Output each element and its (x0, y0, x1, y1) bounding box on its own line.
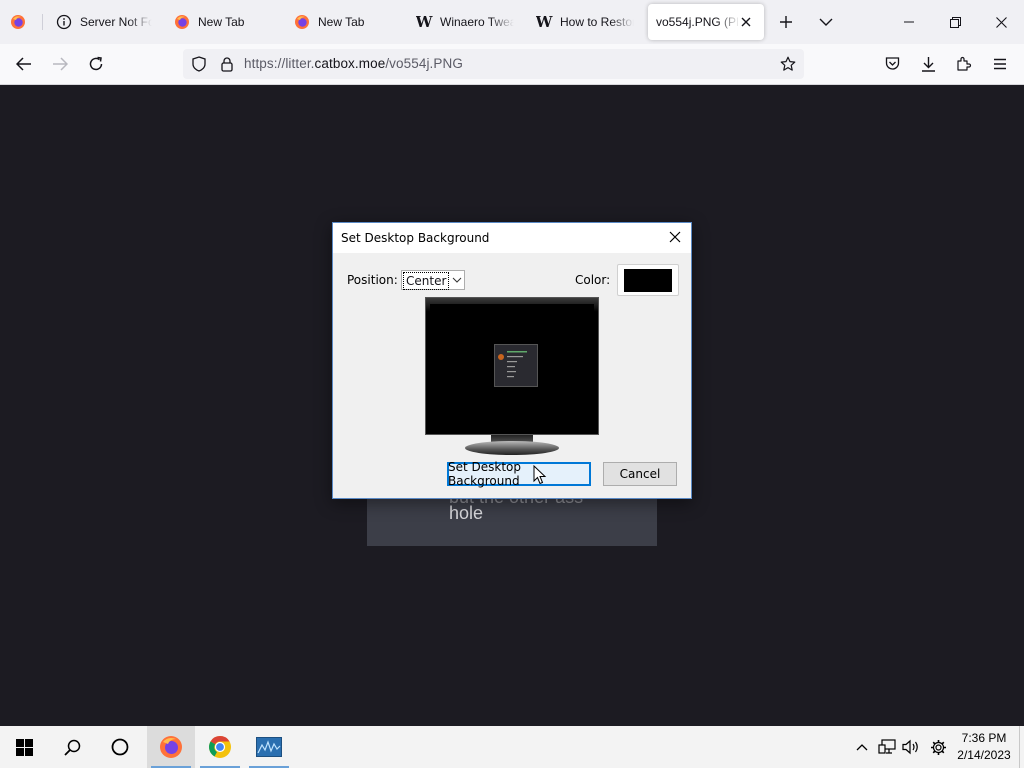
firefox-icon (10, 14, 26, 30)
forward-arrow-icon (53, 57, 68, 71)
download-icon (921, 57, 935, 72)
info-icon (56, 14, 72, 30)
forward-button[interactable] (48, 52, 72, 76)
address-bar[interactable]: https://litter.catbox.moe/vo554j.PNG (183, 49, 804, 79)
chrome-icon (209, 736, 231, 758)
position-select[interactable]: Center (401, 270, 465, 290)
taskbar-chrome[interactable] (196, 726, 244, 768)
downloads-button[interactable] (916, 52, 940, 76)
tab-new-tab-2[interactable]: New Tab (294, 0, 390, 44)
image-text: hole (449, 503, 484, 523)
winaero-icon: W (536, 13, 553, 31)
close-tab-icon[interactable] (738, 14, 754, 30)
image-preview: but the other ass hole (367, 487, 657, 546)
firefox-view-tab[interactable] (10, 0, 30, 44)
tab-how-to-restore[interactable]: W How to Restore (536, 0, 634, 44)
chevron-down-icon (452, 274, 462, 288)
navigation-toolbar: https://litter.catbox.moe/vo554j.PNG (0, 44, 1024, 85)
clock-date: 2/14/2023 (957, 748, 1011, 762)
reload-icon (89, 56, 103, 71)
tab-label: New Tab (198, 15, 245, 29)
plus-icon (780, 16, 792, 28)
pocket-icon (885, 57, 899, 70)
winaero-icon: W (416, 13, 433, 31)
minimize-button[interactable] (894, 8, 924, 36)
monitor-stand (465, 441, 559, 455)
puzzle-icon (957, 56, 972, 71)
taskbar-firefox[interactable] (147, 726, 195, 768)
lock-icon[interactable] (219, 56, 235, 72)
tab-new-tab-1[interactable]: New Tab (174, 0, 270, 44)
dialog-close-button[interactable] (665, 227, 685, 247)
show-desktop-button[interactable] (1019, 726, 1024, 768)
cortana-button[interactable] (96, 726, 144, 768)
dialog-title: Set Desktop Background (341, 231, 490, 245)
extensions-button[interactable] (952, 52, 976, 76)
hamburger-menu-icon (994, 58, 1006, 70)
windows-start-icon (15, 738, 33, 756)
dialog-body: Position: Center Color: Set Desktop Back… (333, 253, 691, 498)
bookmark-star-icon[interactable] (779, 55, 797, 73)
url-path: /vo554j.PNG (385, 56, 463, 71)
firefox-icon (160, 736, 182, 758)
gear-icon (930, 739, 946, 755)
set-desktop-background-button[interactable]: Set Desktop Background (447, 460, 591, 488)
position-value: Center (403, 272, 450, 290)
restore-button[interactable] (940, 8, 970, 36)
start-button[interactable] (0, 726, 48, 768)
firefox-icon (174, 14, 190, 30)
url-prefix: https://litter. (244, 56, 315, 71)
chevron-down-icon (819, 18, 833, 26)
cortana-icon (111, 738, 129, 756)
close-icon (669, 231, 681, 243)
set-desktop-background-dialog: Set Desktop Background Position: Center … (332, 222, 692, 499)
volume-button[interactable] (900, 726, 922, 768)
chevron-up-icon (856, 744, 868, 751)
back-button[interactable] (12, 52, 36, 76)
reload-button[interactable] (84, 52, 108, 76)
speaker-icon (902, 739, 918, 755)
network-button[interactable] (876, 726, 898, 768)
url-domain: catbox.moe (314, 56, 386, 71)
new-tab-button[interactable] (774, 10, 798, 34)
tab-server-not-found[interactable]: Server Not Found (56, 0, 152, 44)
color-label: Color: (575, 273, 611, 287)
search-button[interactable] (48, 726, 96, 768)
close-window-button[interactable] (986, 8, 1016, 36)
mouse-cursor-icon (533, 465, 547, 485)
settings-button[interactable] (927, 726, 949, 768)
clock-time: 7:36 PM (961, 731, 1007, 745)
tab-winaero-tweaker[interactable]: W Winaero Tweaker (416, 0, 514, 44)
restore-icon (949, 16, 961, 28)
app-menu-button[interactable] (988, 52, 1012, 76)
tab-label: New Tab (318, 15, 365, 29)
firefox-icon (294, 14, 310, 30)
list-all-tabs-button[interactable] (814, 10, 838, 34)
network-icon (878, 739, 896, 754)
taskbar-clock[interactable]: 7:36 PM 2/14/2023 (952, 730, 1016, 764)
monitor-screen (425, 297, 599, 435)
position-label: Position: (347, 273, 398, 287)
tab-active-image[interactable]: vo554j.PNG (PNG Image) (648, 4, 764, 40)
color-swatch (624, 269, 672, 292)
tab-bar: Server Not Found New Tab New Tab W Winae… (0, 0, 1024, 44)
tracking-protection-shield-icon[interactable] (191, 56, 207, 72)
minimize-icon (904, 21, 914, 23)
back-arrow-icon (16, 57, 31, 71)
taskbar: 7:36 PM 2/14/2023 (0, 726, 1024, 768)
search-icon (63, 739, 80, 756)
close-icon (995, 16, 1007, 28)
pocket-button[interactable] (880, 52, 904, 76)
desktop-preview-monitor (425, 297, 599, 457)
show-hidden-icons-button[interactable] (853, 726, 871, 768)
color-picker-button[interactable] (617, 264, 679, 296)
cancel-button[interactable]: Cancel (603, 462, 677, 486)
taskbar-resource-monitor[interactable] (245, 726, 293, 768)
url-text[interactable]: https://litter.catbox.moe/vo554j.PNG (244, 56, 463, 71)
preview-thumbnail (494, 344, 538, 387)
resource-monitor-icon (256, 737, 282, 757)
